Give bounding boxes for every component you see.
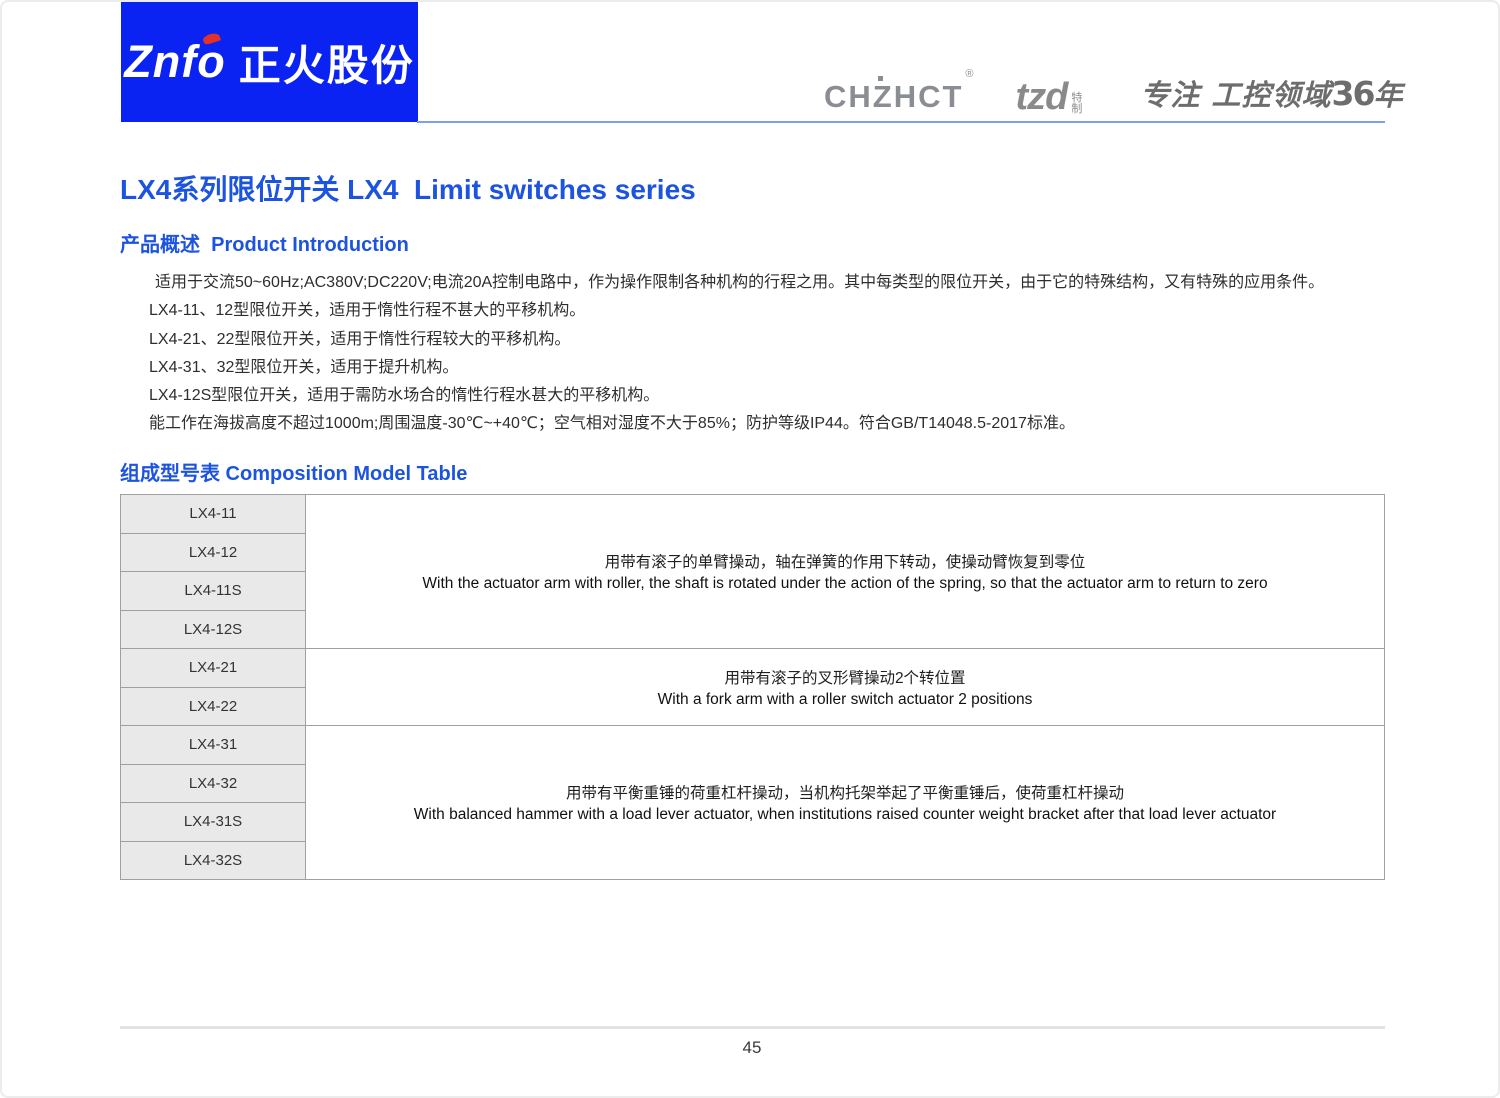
chzhct-logo: CHZHCT® <box>824 69 974 118</box>
description-cell: 用带有滚子的单臂操动，轴在弹簧的作用下转动，使操动臂恢复到零位 With the… <box>305 494 1385 649</box>
catalog-page: Znfo 正火股份 CHZHCT® tzd 特 制 专注 工控领域36年 LX4… <box>0 0 1500 1098</box>
description-chinese: 用带有滚子的叉形臂操动2个转位置 <box>724 669 966 687</box>
section-heading-product-introduction: 产品概述 Product Introduction <box>120 234 409 256</box>
tzd-logo: tzd 特 制 <box>1016 78 1083 118</box>
intro-paragraph: LX4-21、22型限位开关，适用于惰性行程较大的平移机构。 <box>149 330 571 348</box>
intro-paragraph: 适用于交流50~60Hz;AC380V;DC220V;电流20A控制电路中，作为… <box>155 274 1325 291</box>
model-cell: LX4-11 <box>120 494 306 534</box>
tzd-special-bottom: 制 <box>1071 103 1083 116</box>
brand-logo: Znfo 正火股份 <box>121 2 418 122</box>
header-divider <box>417 121 1385 123</box>
chzhct-logo-text: CHZHCT <box>824 79 964 114</box>
model-cell: LX4-31 <box>120 725 306 765</box>
tzd-special-mark: 特 制 <box>1071 92 1083 116</box>
intro-paragraph: LX4-31、32型限位开关，适用于提升机构。 <box>149 358 459 376</box>
brand-slogan: 专注 工控领域36年 <box>1140 72 1403 118</box>
description-chinese: 用带有平衡重锤的荷重杠杆操动，当机构托架举起了平衡重锤后，使荷重杠杆操动 <box>565 785 1124 802</box>
slogan-years: 36 <box>1331 74 1376 113</box>
composition-model-table: LX4-11 用带有滚子的单臂操动，轴在弹簧的作用下转动，使操动臂恢复到零位 W… <box>120 494 1385 880</box>
model-cell: LX4-12 <box>120 532 306 572</box>
slogan-suffix: 年 <box>1373 78 1404 112</box>
model-cell: LX4-11S <box>120 571 306 611</box>
table-row: LX4-21 用带有滚子的叉形臂操动2个转位置 With a fork arm … <box>120 648 1385 726</box>
description-english: With balanced hammer with a load lever a… <box>413 806 1277 823</box>
model-cell: LX4-32 <box>120 763 306 803</box>
description-chinese: 用带有滚子的单臂操动，轴在弹簧的作用下转动，使操动臂恢复到零位 <box>604 554 1086 571</box>
tzd-logo-text: tzd <box>1015 76 1069 118</box>
description-english: With a fork arm with a roller switch act… <box>657 690 1033 708</box>
intro-paragraph: LX4-11、12型限位开关，适用于惰性行程不甚大的平移机构。 <box>149 302 586 320</box>
page-number: 45 <box>742 1038 762 1057</box>
table-row: LX4-11 用带有滚子的单臂操动，轴在弹簧的作用下转动，使操动臂恢复到零位 W… <box>120 494 1385 649</box>
brand-logo-latin-text: Znfo <box>124 36 226 87</box>
intro-paragraph: 能工作在海拔高度不超过1000m;周围温度-30℃~+40℃；空气相对湿度不大于… <box>149 415 1075 433</box>
brand-logo-chinese: 正火股份 <box>238 41 415 89</box>
table-row: LX4-31 用带有平衡重锤的荷重杠杆操动，当机构托架举起了平衡重锤后，使荷重杠… <box>120 725 1385 880</box>
model-cell: LX4-12S <box>120 609 306 649</box>
intro-paragraph: LX4-12S型限位开关，适用于需防水场合的惰性行程水甚大的平移机构。 <box>149 387 660 405</box>
description-english: With the actuator arm with roller, the s… <box>422 575 1268 592</box>
model-cell: LX4-21 <box>120 648 306 688</box>
header-right-logos: CHZHCT® tzd 特 制 专注 工控领域36年 <box>824 60 1402 118</box>
page-title: LX4系列限位开关 LX4 Limit switches series <box>120 174 696 205</box>
slogan-prefix: 专注 工控领域 <box>1140 78 1332 112</box>
section-heading-composition-model-table: 组成型号表 Composition Model Table <box>120 463 468 485</box>
description-cell: 用带有滚子的叉形臂操动2个转位置 With a fork arm with a … <box>305 648 1385 726</box>
registered-trademark-icon: ® <box>965 68 976 80</box>
footer-divider <box>120 1026 1385 1029</box>
brand-logo-latin: Znfo <box>124 31 226 88</box>
model-cell: LX4-32S <box>120 840 306 880</box>
description-cell: 用带有平衡重锤的荷重杠杆操动，当机构托架举起了平衡重锤后，使荷重杠杆操动 Wit… <box>305 725 1385 880</box>
model-cell: LX4-31S <box>120 802 306 842</box>
model-cell: LX4-22 <box>120 686 306 726</box>
product-introduction-text: 适用于交流50~60Hz;AC380V;DC220V;电流20A控制电路中，作为… <box>120 269 1410 439</box>
